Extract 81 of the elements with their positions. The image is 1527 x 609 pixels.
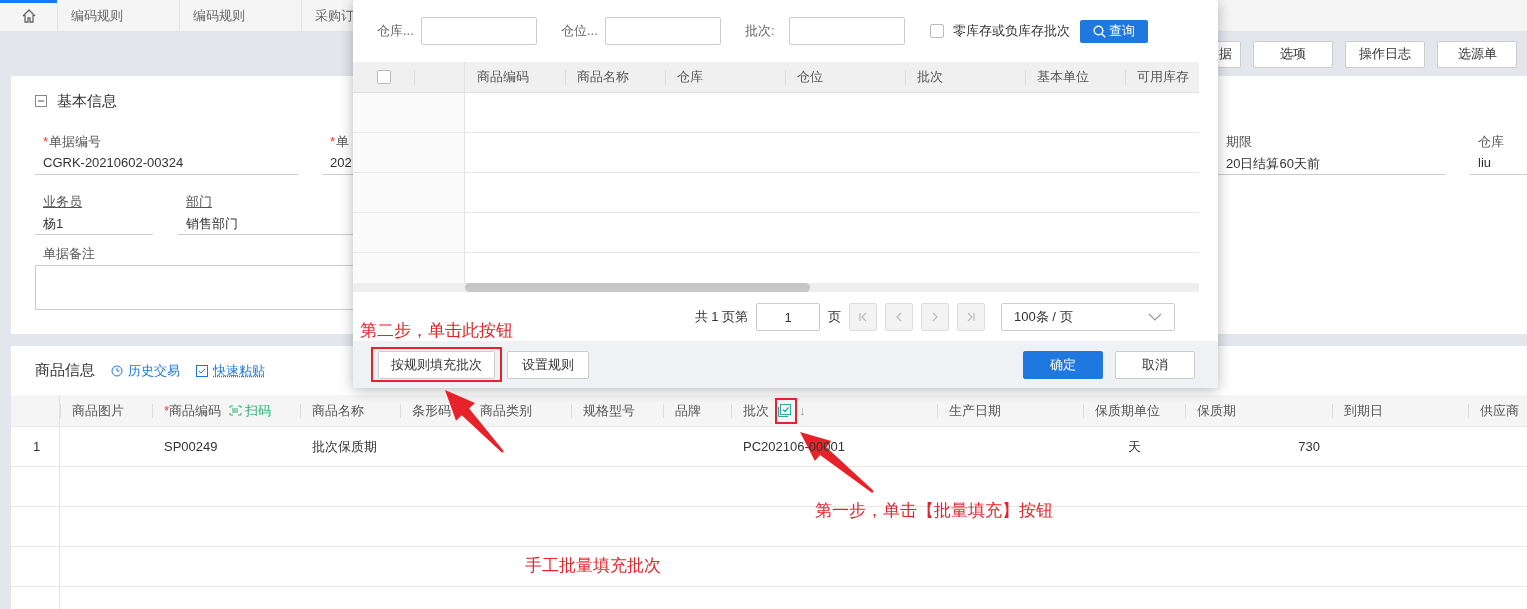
table-cell: SP00249 [164,439,218,454]
field-value: liu [1477,155,1492,170]
toolbar-button[interactable]: 选项 [1253,40,1333,68]
link[interactable]: 快速粘贴 [196,361,265,380]
toolbar-button[interactable]: 选源单 [1437,40,1517,68]
checkbox-label: 零库存或负库存批次 [953,22,1070,40]
column-header[interactable]: 商品名称 [577,68,629,86]
field-label: 单据备注 [42,245,96,263]
table-cell: 批次保质期 [312,437,377,456]
page-text: 共 1 页第 [694,308,748,326]
field-label: 仓库 [1477,133,1505,151]
field-label: *单据编号 [42,133,103,151]
highlight-frame [775,398,797,424]
column-header[interactable]: 供应商 [1480,401,1519,420]
table-cell: 730 [1298,439,1320,454]
dialog-button[interactable]: 设置规则 [507,350,589,379]
form-field[interactable]: 仓库 liu [1470,133,1527,175]
field-value: 销售部门 [185,215,239,233]
home-tab[interactable] [0,0,58,31]
table-cell: 天 [1127,437,1141,456]
row-number: 1 [33,439,41,454]
column-header[interactable]: 商品图片 [72,401,124,420]
query-button[interactable]: 查询 [1080,19,1148,43]
filter-label: 批次: [745,22,776,40]
scan-icon [229,405,243,416]
input-field[interactable] [605,17,721,45]
column-header[interactable]: 保质期单位 [1095,401,1160,420]
dialog-button[interactable]: 确定 [1023,350,1103,379]
column-header[interactable]: 商品编码 [477,68,529,86]
field-label: 部门 [185,193,213,211]
form-field[interactable]: *单据编号 CGRK-20210602-00324 [35,133,298,175]
clock-icon [111,364,123,377]
field-label: *单 [329,133,351,151]
column-header[interactable]: 仓库 [677,68,703,86]
search-icon [1093,24,1106,38]
link[interactable]: 历史交易 [111,361,180,380]
toolbar-button[interactable]: 操作日志 [1345,40,1425,68]
input-field[interactable] [421,17,537,45]
column-header[interactable]: 可用库存 [1137,68,1189,86]
annotation-text: 手工批量填充批次 [525,555,661,577]
field-label: 期限 [1225,133,1253,151]
batch-fill-icon[interactable] [777,403,792,418]
tab[interactable]: 编码规则 [180,0,302,31]
annotation-text: 第二步，单击此按钮 [360,320,513,342]
section-title: 基本信息 [57,91,117,111]
chevron-down-icon [1148,313,1162,321]
page-input[interactable]: 1 [756,303,820,331]
section-title: 商品信息 [35,361,95,380]
form-field[interactable]: 业务员 杨1 [35,193,153,235]
column-header[interactable]: 批次 [743,401,769,420]
page-text: 页 [828,308,841,326]
column-header[interactable]: 批次 [917,68,943,86]
filter-label: 仓库... [377,22,415,40]
column-header[interactable]: 规格型号 [583,401,635,420]
dialog-button[interactable]: 按规则填充批次 [378,350,495,379]
column-header[interactable]: 品牌 [675,401,701,420]
column-header[interactable]: 到期日 [1344,401,1383,420]
filter-label: 仓位... [561,22,599,40]
field-value: 202 [329,155,353,170]
column-header[interactable]: 商品类别 [480,401,532,420]
dialog-button[interactable]: 取消 [1115,350,1195,379]
field-label: 业务员 [42,193,83,211]
collapse-icon[interactable] [35,95,47,107]
column-header[interactable]: 生产日期 [949,401,1001,420]
column-header[interactable]: 条形码 [412,401,451,420]
select-all-checkbox[interactable] [376,70,391,84]
column-header[interactable]: 商品名称 [312,401,364,420]
field-value: 杨1 [42,215,65,233]
field-value: 20日结算60天前 [1225,155,1321,173]
annotation-text: 第一步，单击【批量填充】按钮 [815,500,1053,522]
column-header[interactable]: 基本单位 [1037,68,1089,86]
column-header[interactable]: 仓位 [797,68,823,86]
home-icon [20,7,37,24]
column-header[interactable]: *商品编码 [164,401,222,420]
page-size-select[interactable]: 100条 / 页 [1001,303,1175,331]
checkbox[interactable] [930,24,944,38]
field-value: CGRK-20210602-00324 [42,155,185,170]
checkbox-icon [196,364,208,377]
tab[interactable]: 编码规则 [58,0,180,31]
column-header[interactable]: 保质期 [1197,401,1236,420]
input-field[interactable] [789,17,905,45]
